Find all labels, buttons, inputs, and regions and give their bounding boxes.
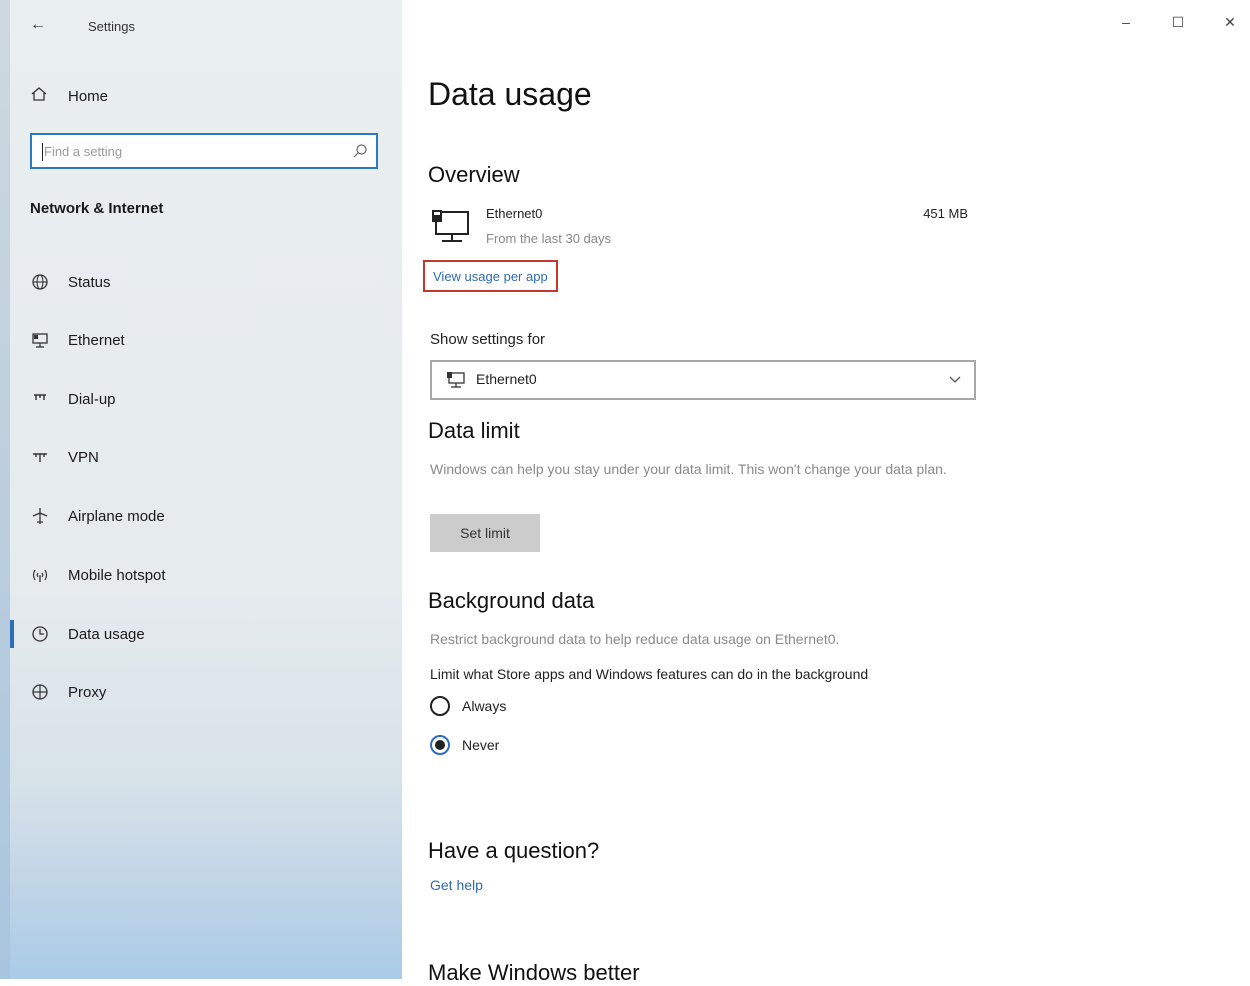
vpn-icon — [30, 447, 50, 467]
app-title: Settings — [88, 19, 135, 34]
adapter-select-value: Ethernet0 — [476, 371, 537, 387]
sidebar-item-label: Mobile hotspot — [68, 566, 166, 584]
sidebar-item-vpn[interactable]: VPN — [30, 443, 390, 471]
sidebar-item-label: VPN — [68, 448, 99, 466]
sidebar-item-label: Proxy — [68, 683, 107, 701]
radio-dot — [435, 740, 445, 750]
view-usage-per-app-link[interactable]: View usage per app — [423, 260, 558, 292]
usage-amount: 451 MB — [923, 206, 968, 221]
data-limit-heading: Data limit — [428, 418, 520, 443]
nav-home[interactable]: Home — [30, 84, 108, 108]
sidebar-item-label: Status — [68, 273, 111, 291]
nav-home-label: Home — [68, 87, 109, 105]
computer-icon — [430, 208, 472, 249]
radio-label: Always — [462, 698, 507, 714]
globe-icon — [30, 272, 50, 292]
main-content: Data usage Overview Ethernet0 From the l… — [423, 0, 1250, 985]
sidebar-item-airplane[interactable]: Airplane mode — [30, 502, 390, 530]
adapter-select[interactable]: Ethernet0 — [430, 360, 976, 400]
feedback-heading: Make Windows better — [428, 960, 640, 985]
usage-period: From the last 30 days — [486, 231, 611, 246]
sidebar-item-label: Data usage — [68, 625, 145, 643]
overview-adapter-row: Ethernet0 From the last 30 days 451 MB — [428, 204, 968, 248]
ethernet-icon — [30, 330, 50, 350]
search-icon[interactable] — [352, 143, 368, 164]
sidebar-item-label: Airplane mode — [68, 507, 165, 525]
proxy-icon — [30, 682, 50, 702]
background-data-description: Restrict background data to help reduce … — [430, 631, 840, 647]
ethernet-icon — [446, 371, 466, 394]
sidebar: ← Settings Home Find a setting Network &… — [0, 0, 402, 979]
radio-label: Never — [462, 737, 500, 753]
overview-heading: Overview — [428, 162, 520, 187]
search-input[interactable]: Find a setting — [30, 133, 378, 169]
radio-always[interactable]: Always — [430, 693, 506, 719]
get-help-link[interactable]: Get help — [430, 877, 483, 893]
question-heading: Have a question? — [428, 838, 600, 863]
show-settings-label: Show settings for — [430, 331, 546, 348]
data-limit-description: Windows can help you stay under your dat… — [430, 461, 947, 477]
active-indicator — [10, 620, 14, 648]
sidebar-item-data-usage[interactable]: Data usage — [30, 620, 390, 648]
sidebar-item-ethernet[interactable]: Ethernet — [30, 326, 390, 354]
back-arrow-icon[interactable]: ← — [30, 16, 46, 34]
radio-never[interactable]: Never — [430, 732, 499, 758]
sidebar-item-hotspot[interactable]: Mobile hotspot — [30, 561, 390, 589]
data-usage-icon — [30, 624, 50, 644]
airplane-icon — [30, 506, 50, 526]
dialup-icon — [30, 389, 50, 409]
background-data-prompt: Limit what Store apps and Windows featur… — [430, 666, 869, 682]
radio-button-checked[interactable] — [430, 735, 450, 755]
radio-button[interactable] — [430, 696, 450, 716]
sidebar-item-proxy[interactable]: Proxy — [30, 678, 390, 706]
adapter-name: Ethernet0 — [486, 206, 543, 221]
search-placeholder: Find a setting — [44, 144, 123, 159]
sidebar-item-label: Dial-up — [68, 390, 116, 408]
title-bar: ← Settings — [0, 0, 402, 56]
sidebar-item-dialup[interactable]: Dial-up — [30, 385, 390, 413]
set-limit-button[interactable]: Set limit — [430, 514, 540, 552]
sidebar-item-status[interactable]: Status — [30, 268, 390, 296]
hotspot-icon — [30, 565, 50, 585]
text-cursor — [42, 143, 43, 161]
section-title: Network & Internet — [30, 200, 164, 217]
home-icon — [30, 85, 48, 108]
sidebar-item-label: Ethernet — [68, 331, 125, 349]
page-title: Data usage — [428, 76, 592, 112]
background-data-heading: Background data — [428, 588, 595, 613]
chevron-down-icon — [948, 372, 962, 391]
